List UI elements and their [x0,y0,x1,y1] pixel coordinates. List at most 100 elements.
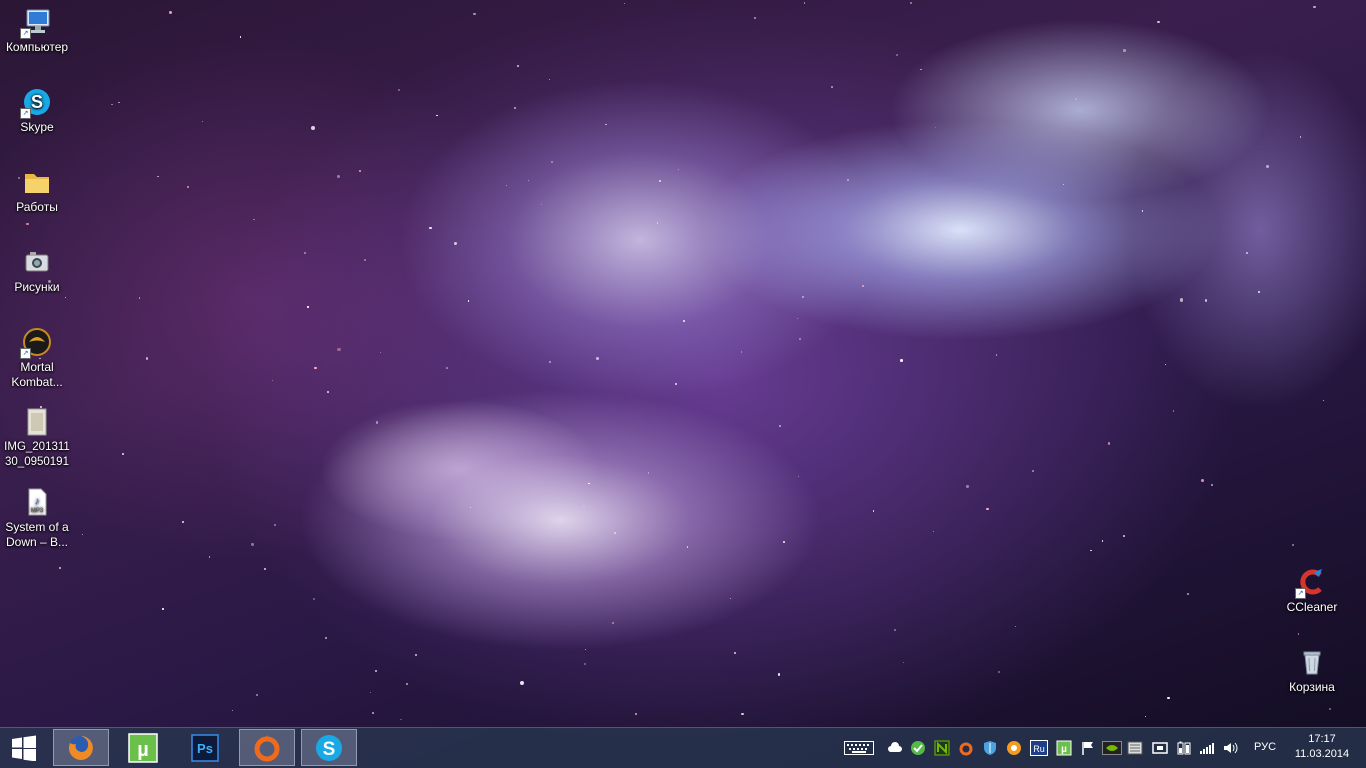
star [1144,716,1146,718]
star [26,223,29,226]
star [635,713,637,715]
star [273,524,276,527]
star [734,652,736,654]
star [1015,625,1017,627]
svg-text:Ru: Ru [1033,744,1045,754]
star [1257,290,1260,293]
star [986,508,989,511]
desktop-icon-label: Компьютер [5,40,69,54]
star [613,531,617,535]
star [678,169,680,171]
utorrent-tray-icon[interactable]: µ [1056,740,1072,756]
taskbar-origin-button[interactable] [239,729,295,766]
svg-text:♪: ♪ [35,496,40,507]
nvidia-icon[interactable] [1102,740,1122,756]
network-adapter-icon[interactable] [1152,740,1168,756]
star [872,510,875,512]
star [894,629,896,631]
star [64,296,66,298]
star [920,68,923,71]
ru-icon[interactable]: Ru [1030,740,1048,756]
star [797,475,799,478]
cloud-icon[interactable] [887,740,903,756]
star [730,598,732,600]
star [754,17,757,20]
star [779,424,782,428]
star [1200,479,1204,483]
star [1167,697,1170,700]
origin-tray-icon[interactable] [958,740,974,756]
star [659,180,661,182]
device-icon[interactable] [1127,740,1143,756]
star [623,2,626,5]
star [1123,49,1126,52]
star [648,472,650,474]
star [231,709,234,712]
shield-green-icon[interactable] [910,740,926,756]
star [801,295,804,299]
signal-icon[interactable] [1199,740,1215,756]
star [1075,98,1077,100]
star [996,354,998,356]
star [588,482,590,485]
star [1179,298,1184,302]
desktop-icon-folder-raboty[interactable]: Работы [1,166,73,215]
star [1101,540,1103,542]
star [1164,363,1167,365]
star [253,218,255,220]
star [272,379,274,382]
star [997,670,1001,674]
nvidia-tray-icon[interactable] [934,740,950,756]
star [505,184,508,187]
desktop-icon-label: Работы [16,200,58,214]
star [1322,399,1325,401]
battery-icon[interactable] [1176,740,1192,756]
star [398,89,400,91]
language-indicator[interactable]: РУС [1254,741,1276,753]
taskbar-firefox-button[interactable] [53,729,109,766]
defender-icon[interactable] [982,740,998,756]
star [861,285,864,288]
mp3-file-icon: ♪ MP3 [21,486,53,518]
flag-icon[interactable] [1080,740,1096,756]
star [1204,299,1208,302]
taskbar-skype-button[interactable]: S [301,729,357,766]
star [201,120,204,122]
star [596,356,600,360]
taskbar: µ Ps S Ru µ РУС 17:17 11.03.2014 [0,727,1366,768]
desktop-icon-recycle-bin[interactable]: Корзина [1276,646,1348,695]
star [830,85,833,88]
star [400,718,402,721]
desktop-icon-skype[interactable]: S ↗ Skype [1,86,73,135]
desktop-icon-pictures[interactable]: Рисунки [1,246,73,295]
star [583,504,586,507]
desktop-icon-mp3-file[interactable]: ♪ MP3 System of a Down – B... [1,486,73,550]
star [82,533,84,535]
avast-icon[interactable] [1006,740,1022,756]
start-button[interactable] [0,728,48,768]
star [584,662,587,665]
star [157,175,159,178]
skype-icon: S ↗ [20,86,53,119]
desktop-icon-computer[interactable]: ↗ Компьютер [1,6,73,55]
star [324,636,327,639]
desktop-icon-mortal-kombat[interactable]: ↗ Mortal Kombat... [1,326,73,390]
star [796,317,799,320]
keyboard-icon[interactable] [844,741,874,757]
origin-icon [254,734,280,761]
taskbar-utorrent-button[interactable]: µ [115,729,171,766]
star [903,661,905,664]
star [380,351,382,353]
star [337,175,341,179]
star [118,101,120,104]
star [803,2,806,4]
clock[interactable]: 17:17 11.03.2014 [1292,732,1352,762]
desktop-icon-img-file[interactable]: IMG_20131130_0950191 [1,406,73,470]
taskbar-photoshop-button[interactable]: Ps [177,729,233,766]
volume-icon[interactable] [1222,740,1238,756]
star [162,608,164,610]
desktop-icon-label: Mortal Kombat... [11,360,63,389]
star [740,351,743,354]
desktop-icon-ccleaner[interactable]: ↗ CCleaner [1276,566,1348,615]
star [145,357,148,360]
